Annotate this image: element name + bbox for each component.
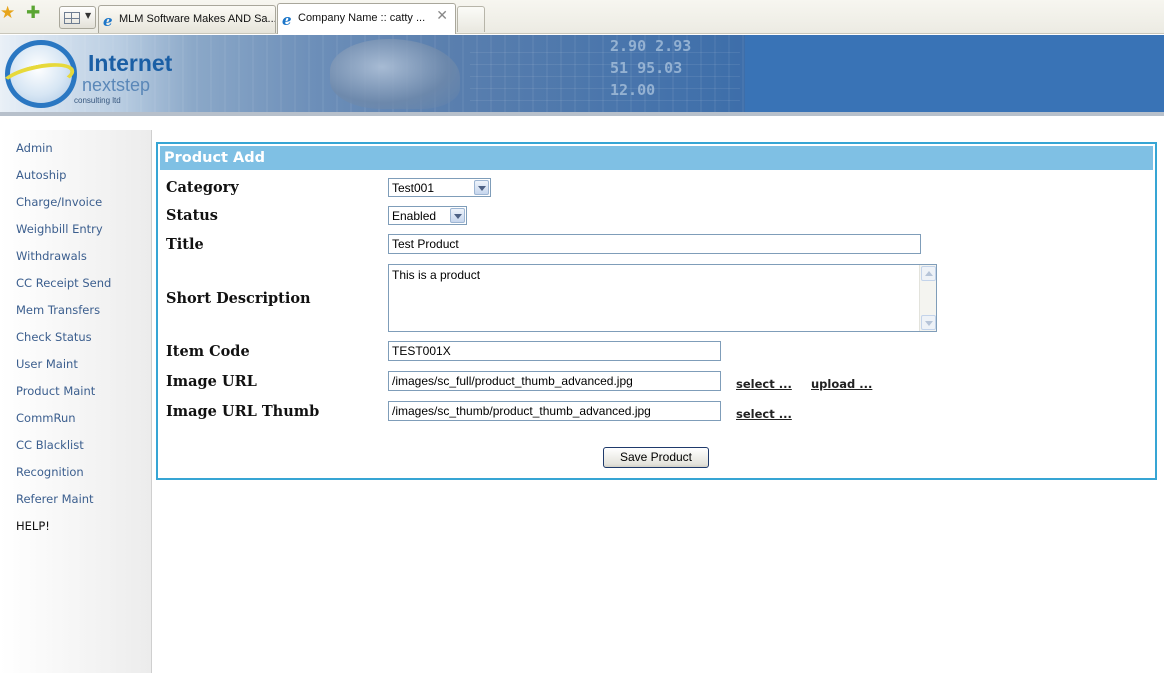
browser-tab-title: Company Name :: catty ... [298, 12, 426, 24]
panel-title: Product Add [160, 146, 1153, 170]
site-header-banner: 2.90 2.93 51 95.03 12.00 Internet nextst… [0, 35, 1164, 112]
ticker-line: 51 95.03 [610, 59, 683, 77]
image-url-label: Image URL [166, 373, 257, 390]
image-url-thumb-label: Image URL Thumb [166, 403, 320, 420]
title-label: Title [166, 236, 204, 253]
browser-tab-mlm[interactable]: e MLM Software Makes AND Sa... [98, 5, 276, 33]
sidebar-item-user-maint[interactable]: User Maint [16, 357, 78, 371]
title-input[interactable] [388, 234, 921, 254]
sidebar-item-check-status[interactable]: Check Status [16, 330, 92, 344]
status-select[interactable]: Enabled [388, 206, 467, 225]
browser-tab-company[interactable]: e Company Name :: catty ... ✕ [277, 3, 456, 34]
status-label: Status [166, 207, 218, 224]
ticker-line: 12.00 [610, 81, 656, 99]
chevron-down-icon: ▼ [85, 11, 92, 20]
sidebar-nav [0, 130, 152, 673]
sidebar-item-cc-receipt-send[interactable]: CC Receipt Send [16, 276, 111, 290]
sidebar-item-product-maint[interactable]: Product Maint [16, 384, 95, 398]
header-spacer [0, 116, 1164, 130]
browser-tab-strip: ★ ✚ ▼ e MLM Software Makes AND Sa... e C… [0, 0, 1164, 34]
sidebar-item-recognition[interactable]: Recognition [16, 465, 84, 479]
status-select-value: Enabled [392, 209, 437, 223]
sidebar-item-admin[interactable]: Admin [16, 141, 53, 155]
header-ticker-numbers: 2.90 2.93 51 95.03 12.00 [610, 35, 691, 101]
sidebar-item-mem-transfers[interactable]: Mem Transfers [16, 303, 100, 317]
sidebar-item-help[interactable]: HELP! [16, 519, 50, 533]
item-code-input[interactable] [388, 341, 721, 361]
logo-tagline: consulting ltd [74, 96, 121, 105]
item-code-label: Item Code [166, 343, 250, 360]
sidebar-item-referer-maint[interactable]: Referer Maint [16, 492, 94, 506]
quick-tabs-button[interactable]: ▼ [59, 6, 96, 29]
category-select-value: Test001 [392, 181, 435, 195]
image-url-input[interactable] [388, 371, 721, 391]
scroll-up-arrow-icon[interactable] [921, 266, 936, 281]
image-url-thumb-select-link[interactable]: select ... [736, 407, 792, 421]
category-select[interactable]: Test001 [388, 178, 491, 197]
close-tab-icon[interactable]: ✕ [436, 8, 448, 24]
ie-page-icon: e [103, 12, 113, 30]
favorites-star-icon[interactable]: ★ [0, 5, 15, 22]
ie-page-icon: e [282, 11, 292, 29]
ticker-line: 2.90 2.93 [610, 37, 692, 55]
sidebar-item-weighbill-entry[interactable]: Weighbill Entry [16, 222, 103, 236]
image-url-thumb-input[interactable] [388, 401, 721, 421]
save-product-button[interactable]: Save Product [603, 447, 709, 468]
sidebar-item-withdrawals[interactable]: Withdrawals [16, 249, 87, 263]
new-tab-button[interactable] [457, 6, 485, 32]
image-url-upload-link[interactable]: upload ... [811, 377, 872, 391]
logo-subtitle: nextstep [82, 75, 151, 95]
sidebar-item-autoship[interactable]: Autoship [16, 168, 66, 182]
logo-title: Internet [88, 50, 173, 76]
quick-tabs-grid-icon [64, 12, 80, 24]
category-label: Category [166, 179, 239, 196]
scroll-down-arrow-icon[interactable] [921, 315, 936, 330]
sidebar-item-commrun[interactable]: CommRun [16, 411, 76, 425]
image-url-select-link[interactable]: select ... [736, 377, 792, 391]
short-description-label: Short Description [166, 290, 311, 307]
header-blue-stripe [745, 35, 1164, 112]
chevron-down-icon[interactable] [450, 208, 465, 223]
header-photo-chart [470, 41, 740, 101]
chevron-down-icon[interactable] [474, 180, 489, 195]
browser-tab-title: MLM Software Makes AND Sa... [119, 13, 276, 25]
short-description-textarea[interactable]: This is a product [388, 264, 937, 332]
sidebar-item-cc-blacklist[interactable]: CC Blacklist [16, 438, 84, 452]
add-favorite-icon[interactable]: ✚ [26, 5, 40, 22]
textarea-scrollbar[interactable] [919, 265, 936, 331]
sidebar-item-charge-invoice[interactable]: Charge/Invoice [16, 195, 102, 209]
